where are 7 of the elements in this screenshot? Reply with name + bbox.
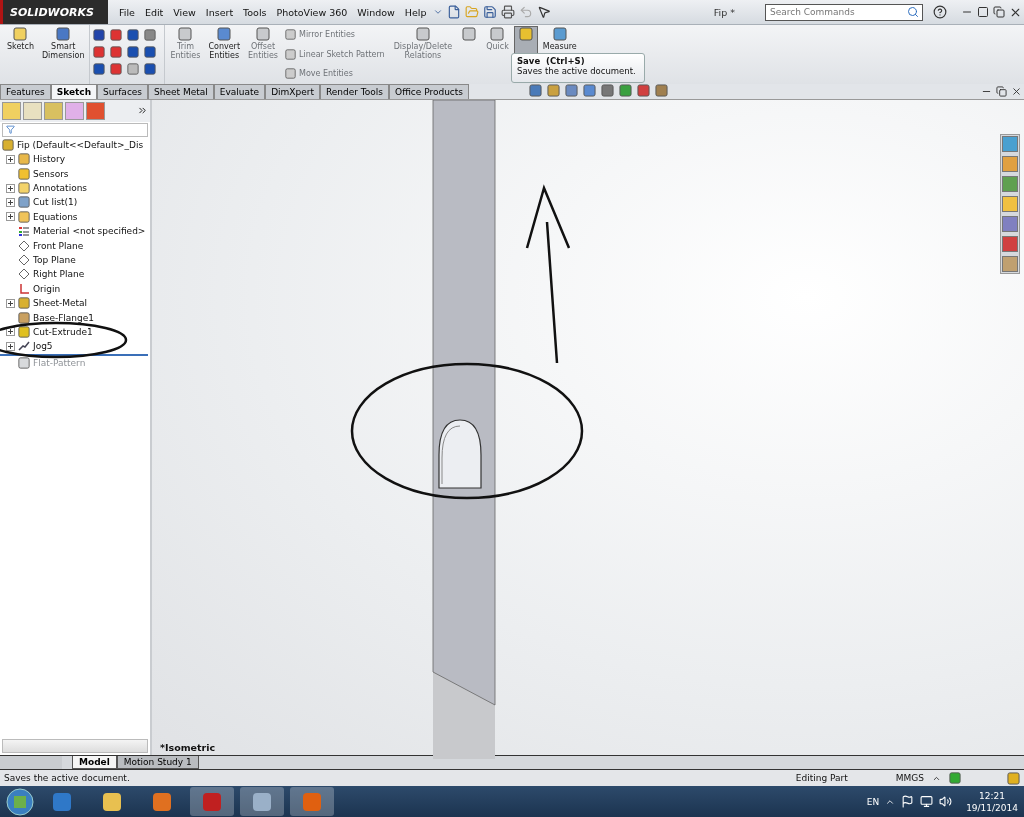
document-title: Fip * [713,6,735,18]
tooltip-title: Save (Ctrl+S) [517,56,586,66]
tooltip-text: Saves the active document. [517,66,637,76]
status-message: Saves the active document. [4,773,130,784]
app-logo: SOLIDWORKS [0,0,108,24]
view-orientation-label: *Isometric [160,742,216,754]
status-mode: Editing Part [795,773,848,784]
